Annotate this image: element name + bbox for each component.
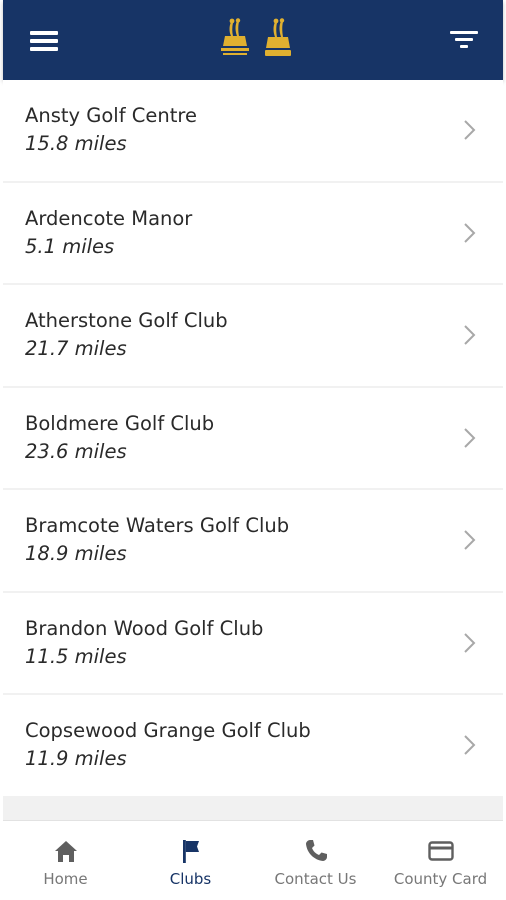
club-name: Ansty Golf Centre xyxy=(25,104,197,127)
club-list-item[interactable]: Atherstone Golf Club 21.7 miles xyxy=(3,285,503,386)
tab-clubs[interactable]: Clubs xyxy=(128,821,253,900)
chevron-right-icon xyxy=(464,120,476,140)
club-distance: 11.9 miles xyxy=(25,747,127,770)
club-distance: 11.5 miles xyxy=(25,644,127,668)
tab-label: County Card xyxy=(393,870,488,888)
mlgsa-logo xyxy=(265,18,291,56)
county-golf-logo xyxy=(221,18,249,55)
club-list-item[interactable]: Copsewood Grange Golf Club 11.9 miles xyxy=(3,695,503,796)
chevron-right-icon xyxy=(464,530,476,550)
club-distance: 18.9 miles xyxy=(25,542,127,565)
club-name: Atherstone Golf Club xyxy=(25,309,228,332)
filter-icon[interactable] xyxy=(450,30,478,50)
club-name: Copsewood Grange Golf Club xyxy=(25,719,311,742)
club-list-item[interactable]: Ardencote Manor 5.1 miles xyxy=(3,182,503,283)
phone-icon xyxy=(305,840,327,861)
club-distance: 5.1 miles xyxy=(25,234,115,258)
club-name: Ardencote Manor xyxy=(25,206,193,230)
bottom-navigation: Home Clubs Contact Us County Card xyxy=(3,820,503,900)
app-header xyxy=(3,0,503,80)
club-name: Brandon Wood Golf Club xyxy=(25,616,264,640)
tab-label: Home xyxy=(43,870,88,888)
chevron-right-icon xyxy=(464,632,476,653)
club-name: Bramcote Waters Golf Club xyxy=(25,514,290,537)
tab-county-card[interactable]: County Card xyxy=(378,821,503,900)
tab-contact-us[interactable]: Contact Us xyxy=(253,821,378,900)
chevron-right-icon xyxy=(464,427,476,448)
club-list-item[interactable]: Boldmere Golf Club 23.6 miles xyxy=(3,387,503,488)
tab-label: Clubs xyxy=(169,870,212,888)
flag-icon xyxy=(182,840,199,863)
club-list-item[interactable]: Brandon Wood Golf Club 11.5 miles xyxy=(3,592,503,693)
chevron-right-icon xyxy=(464,735,476,755)
club-list-item[interactable]: Bramcote Waters Golf Club 18.9 miles xyxy=(3,490,503,591)
tab-home[interactable]: Home xyxy=(3,821,128,900)
club-list-item[interactable]: Ansty Golf Centre 15.8 miles xyxy=(3,80,503,181)
card-icon xyxy=(427,841,454,861)
chevron-right-icon xyxy=(464,325,476,345)
home-icon xyxy=(54,841,77,862)
club-list: Ansty Golf Centre 15.8 miles Ardencote Man… xyxy=(3,80,503,820)
club-distance: 21.7 miles xyxy=(25,337,127,360)
hamburger-menu-icon[interactable] xyxy=(30,30,58,51)
chevron-right-icon xyxy=(464,222,476,243)
tab-label: Contact Us xyxy=(274,870,357,888)
club-distance: 15.8 miles xyxy=(25,132,127,155)
club-name: Boldmere Golf Club xyxy=(25,411,215,435)
club-distance: 23.6 miles xyxy=(25,439,127,463)
